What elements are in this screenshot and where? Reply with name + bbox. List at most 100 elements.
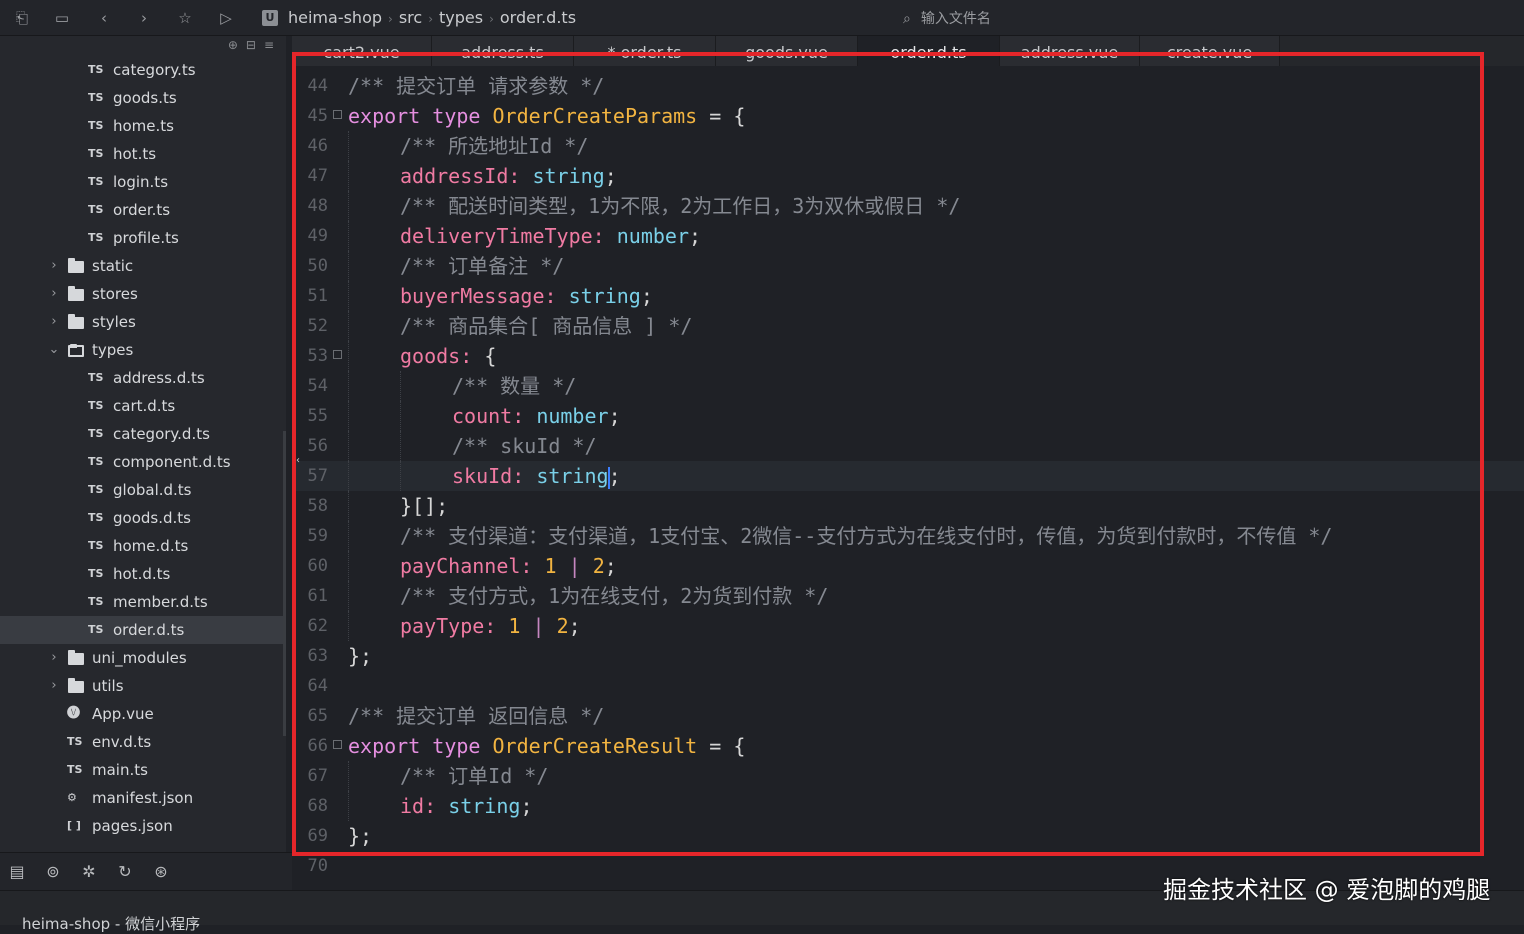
tree-item[interactable]: ⌄ types [0, 336, 286, 364]
tree-item[interactable]: 🅥 App.vue [0, 700, 286, 728]
plugin-icon[interactable]: ⊛ [150, 861, 172, 883]
tree-item[interactable]: TS order.d.ts [0, 616, 286, 644]
breadcrumb-item[interactable]: types [439, 8, 483, 27]
code-line[interactable]: 62 payType: 1 | 2; [292, 611, 1524, 641]
tree-item[interactable]: TS category.ts [0, 56, 286, 84]
code-line[interactable]: 66 export type OrderCreateResult = { [292, 731, 1524, 761]
tree-item[interactable]: TS category.d.ts [0, 420, 286, 448]
code-token: type [432, 104, 481, 128]
back-icon[interactable]: ‹ [92, 6, 116, 30]
fold-toggle-icon[interactable] [333, 110, 342, 119]
fold-toggle-icon[interactable] [333, 350, 342, 359]
tree-item[interactable]: TS hot.d.ts [0, 560, 286, 588]
line-number: 66 [307, 736, 328, 756]
tree-item[interactable]: TS home.d.ts [0, 532, 286, 560]
breadcrumb-item[interactable]: heima-shop [288, 8, 382, 27]
tree-item[interactable]: › styles [0, 308, 286, 336]
collapse-all-icon[interactable]: ⊟ [246, 38, 264, 52]
code-line[interactable]: 68 id: string; [292, 791, 1524, 821]
chevron-right-icon[interactable]: › [48, 280, 60, 308]
tree-item[interactable]: TS env.d.ts [0, 728, 286, 756]
tree-item[interactable]: TS cart.d.ts [0, 392, 286, 420]
tree-item[interactable]: TS goods.d.ts [0, 504, 286, 532]
code-line[interactable]: 57 skuId: string; [292, 461, 1524, 491]
code-line[interactable]: 49 deliveryTimeType: number; [292, 221, 1524, 251]
run-icon[interactable]: ▷ [214, 6, 238, 30]
code-line[interactable]: 64 [292, 671, 1524, 701]
code-text: /** 配送时间类型，1为不限，2为工作日，3为双休或假日 */ [348, 191, 960, 221]
new-file-icon[interactable]: ⊕ [228, 38, 246, 52]
file-search-icon: ⌕ [903, 11, 911, 27]
code-line[interactable]: 48 /** 配送时间类型，1为不限，2为工作日，3为双休或假日 */ [292, 191, 1524, 221]
tree-item[interactable]: TS home.ts [0, 112, 286, 140]
tree-item[interactable]: TS hot.ts [0, 140, 286, 168]
tree-item[interactable]: › uni_modules [0, 644, 286, 672]
git-icon[interactable]: ↻ [114, 861, 136, 883]
tree-item[interactable]: TS component.d.ts [0, 448, 286, 476]
save-icon[interactable]: ▭ [50, 6, 74, 30]
code-line[interactable]: 45 export type OrderCreateParams = { [292, 101, 1524, 131]
tree-item[interactable]: TS address.d.ts [0, 364, 286, 392]
tree-item[interactable]: TS profile.ts [0, 224, 286, 252]
breadcrumb-item[interactable]: order.d.ts [500, 8, 576, 27]
code-line[interactable]: 65 /** 提交订单 返回信息 */ [292, 701, 1524, 731]
code-line[interactable]: 44 /** 提交订单 请求参数 */ [292, 71, 1524, 101]
code-line[interactable]: 50 /** 订单备注 */ [292, 251, 1524, 281]
code-editor[interactable]: 44 /** 提交订单 请求参数 */ 45 export type OrderCre… [292, 66, 1524, 890]
editor-tab[interactable]: order.d.ts [858, 36, 1000, 66]
code-line[interactable]: 58}[]; [292, 491, 1524, 521]
menu-icon[interactable]: ≡ [264, 38, 282, 52]
tree-item[interactable]: TS login.ts [0, 168, 286, 196]
editor-tab[interactable]: cart2.vue [292, 36, 432, 66]
tree-item[interactable]: TS global.d.ts [0, 476, 286, 504]
code-line[interactable]: 52 /** 商品集合[ 商品信息 ] */ [292, 311, 1524, 341]
breadcrumb-item[interactable]: src [399, 8, 422, 27]
code-line[interactable]: 59 /** 支付渠道：支付渠道，1支付宝、2微信--支付方式为在线支付时，传值，… [292, 521, 1524, 551]
file-search-input[interactable]: ⌕ 输入文件名 [903, 8, 991, 28]
star-icon[interactable]: ☆ [173, 6, 197, 30]
code-line[interactable]: 60 payChannel: 1 | 2; [292, 551, 1524, 581]
chevron-right-icon[interactable]: › [48, 672, 60, 700]
tree-item-label: hot.ts [113, 145, 157, 163]
search-icon[interactable]: ⊚ [42, 861, 64, 883]
chevron-right-icon[interactable]: › [48, 308, 60, 336]
collapse-icon[interactable]: ⎗ [10, 6, 34, 30]
code-line[interactable]: 51 buyerMessage: string; [292, 281, 1524, 311]
editor-tab[interactable]: create.vue [1140, 36, 1280, 66]
tree-item[interactable]: TS main.ts [0, 756, 286, 784]
code-line[interactable]: 55 count: number; [292, 401, 1524, 431]
sidebar-scrollbar[interactable] [283, 431, 286, 736]
editor-tab[interactable]: address.vue [1000, 36, 1140, 66]
editor-tab[interactable]: goods.vue [716, 36, 858, 66]
tree-item[interactable]: TS member.d.ts [0, 588, 286, 616]
tree-item[interactable]: › utils [0, 672, 286, 700]
tree-item[interactable]: TS order.ts [0, 196, 286, 224]
chevron-down-icon[interactable]: ⌄ [48, 336, 60, 364]
code-line[interactable]: 53 goods: { [292, 341, 1524, 371]
debug-icon[interactable]: ✲ [78, 861, 100, 883]
chevron-right-icon[interactable]: › [48, 644, 60, 672]
tree-item[interactable]: › static [0, 252, 286, 280]
code-line[interactable]: 46 /** 所选地址Id */ [292, 131, 1524, 161]
explorer-icon[interactable]: ▤ [6, 861, 28, 883]
code-text: addressId: string; [348, 161, 617, 191]
fold-toggle-icon[interactable] [333, 740, 342, 749]
tree-item[interactable]: › stores [0, 280, 286, 308]
forward-icon[interactable]: › [132, 6, 156, 30]
code-token: 2 [556, 614, 569, 638]
tree-item[interactable]: TS goods.ts [0, 84, 286, 112]
tree-item[interactable]: [ ] pages.json [0, 812, 286, 840]
code-line[interactable]: 69}; [292, 821, 1524, 851]
tree-item-label: App.vue [92, 705, 154, 723]
code-line[interactable]: 47 addressId: string; [292, 161, 1524, 191]
code-line[interactable]: 61 /** 支付方式，1为在线支付，2为货到付款 */ [292, 581, 1524, 611]
typescript-file-icon: TS [88, 595, 104, 608]
code-line[interactable]: 54 /** 数量 */ [292, 371, 1524, 401]
code-line[interactable]: 56/** skuId */ [292, 431, 1524, 461]
tree-item[interactable]: ⚙ manifest.json [0, 784, 286, 812]
code-line[interactable]: 63}; [292, 641, 1524, 671]
editor-tab[interactable]: * order.ts [574, 36, 716, 66]
code-line[interactable]: 67 /** 订单Id */ [292, 761, 1524, 791]
editor-tab[interactable]: address.ts [432, 36, 574, 66]
chevron-right-icon[interactable]: › [48, 252, 60, 280]
